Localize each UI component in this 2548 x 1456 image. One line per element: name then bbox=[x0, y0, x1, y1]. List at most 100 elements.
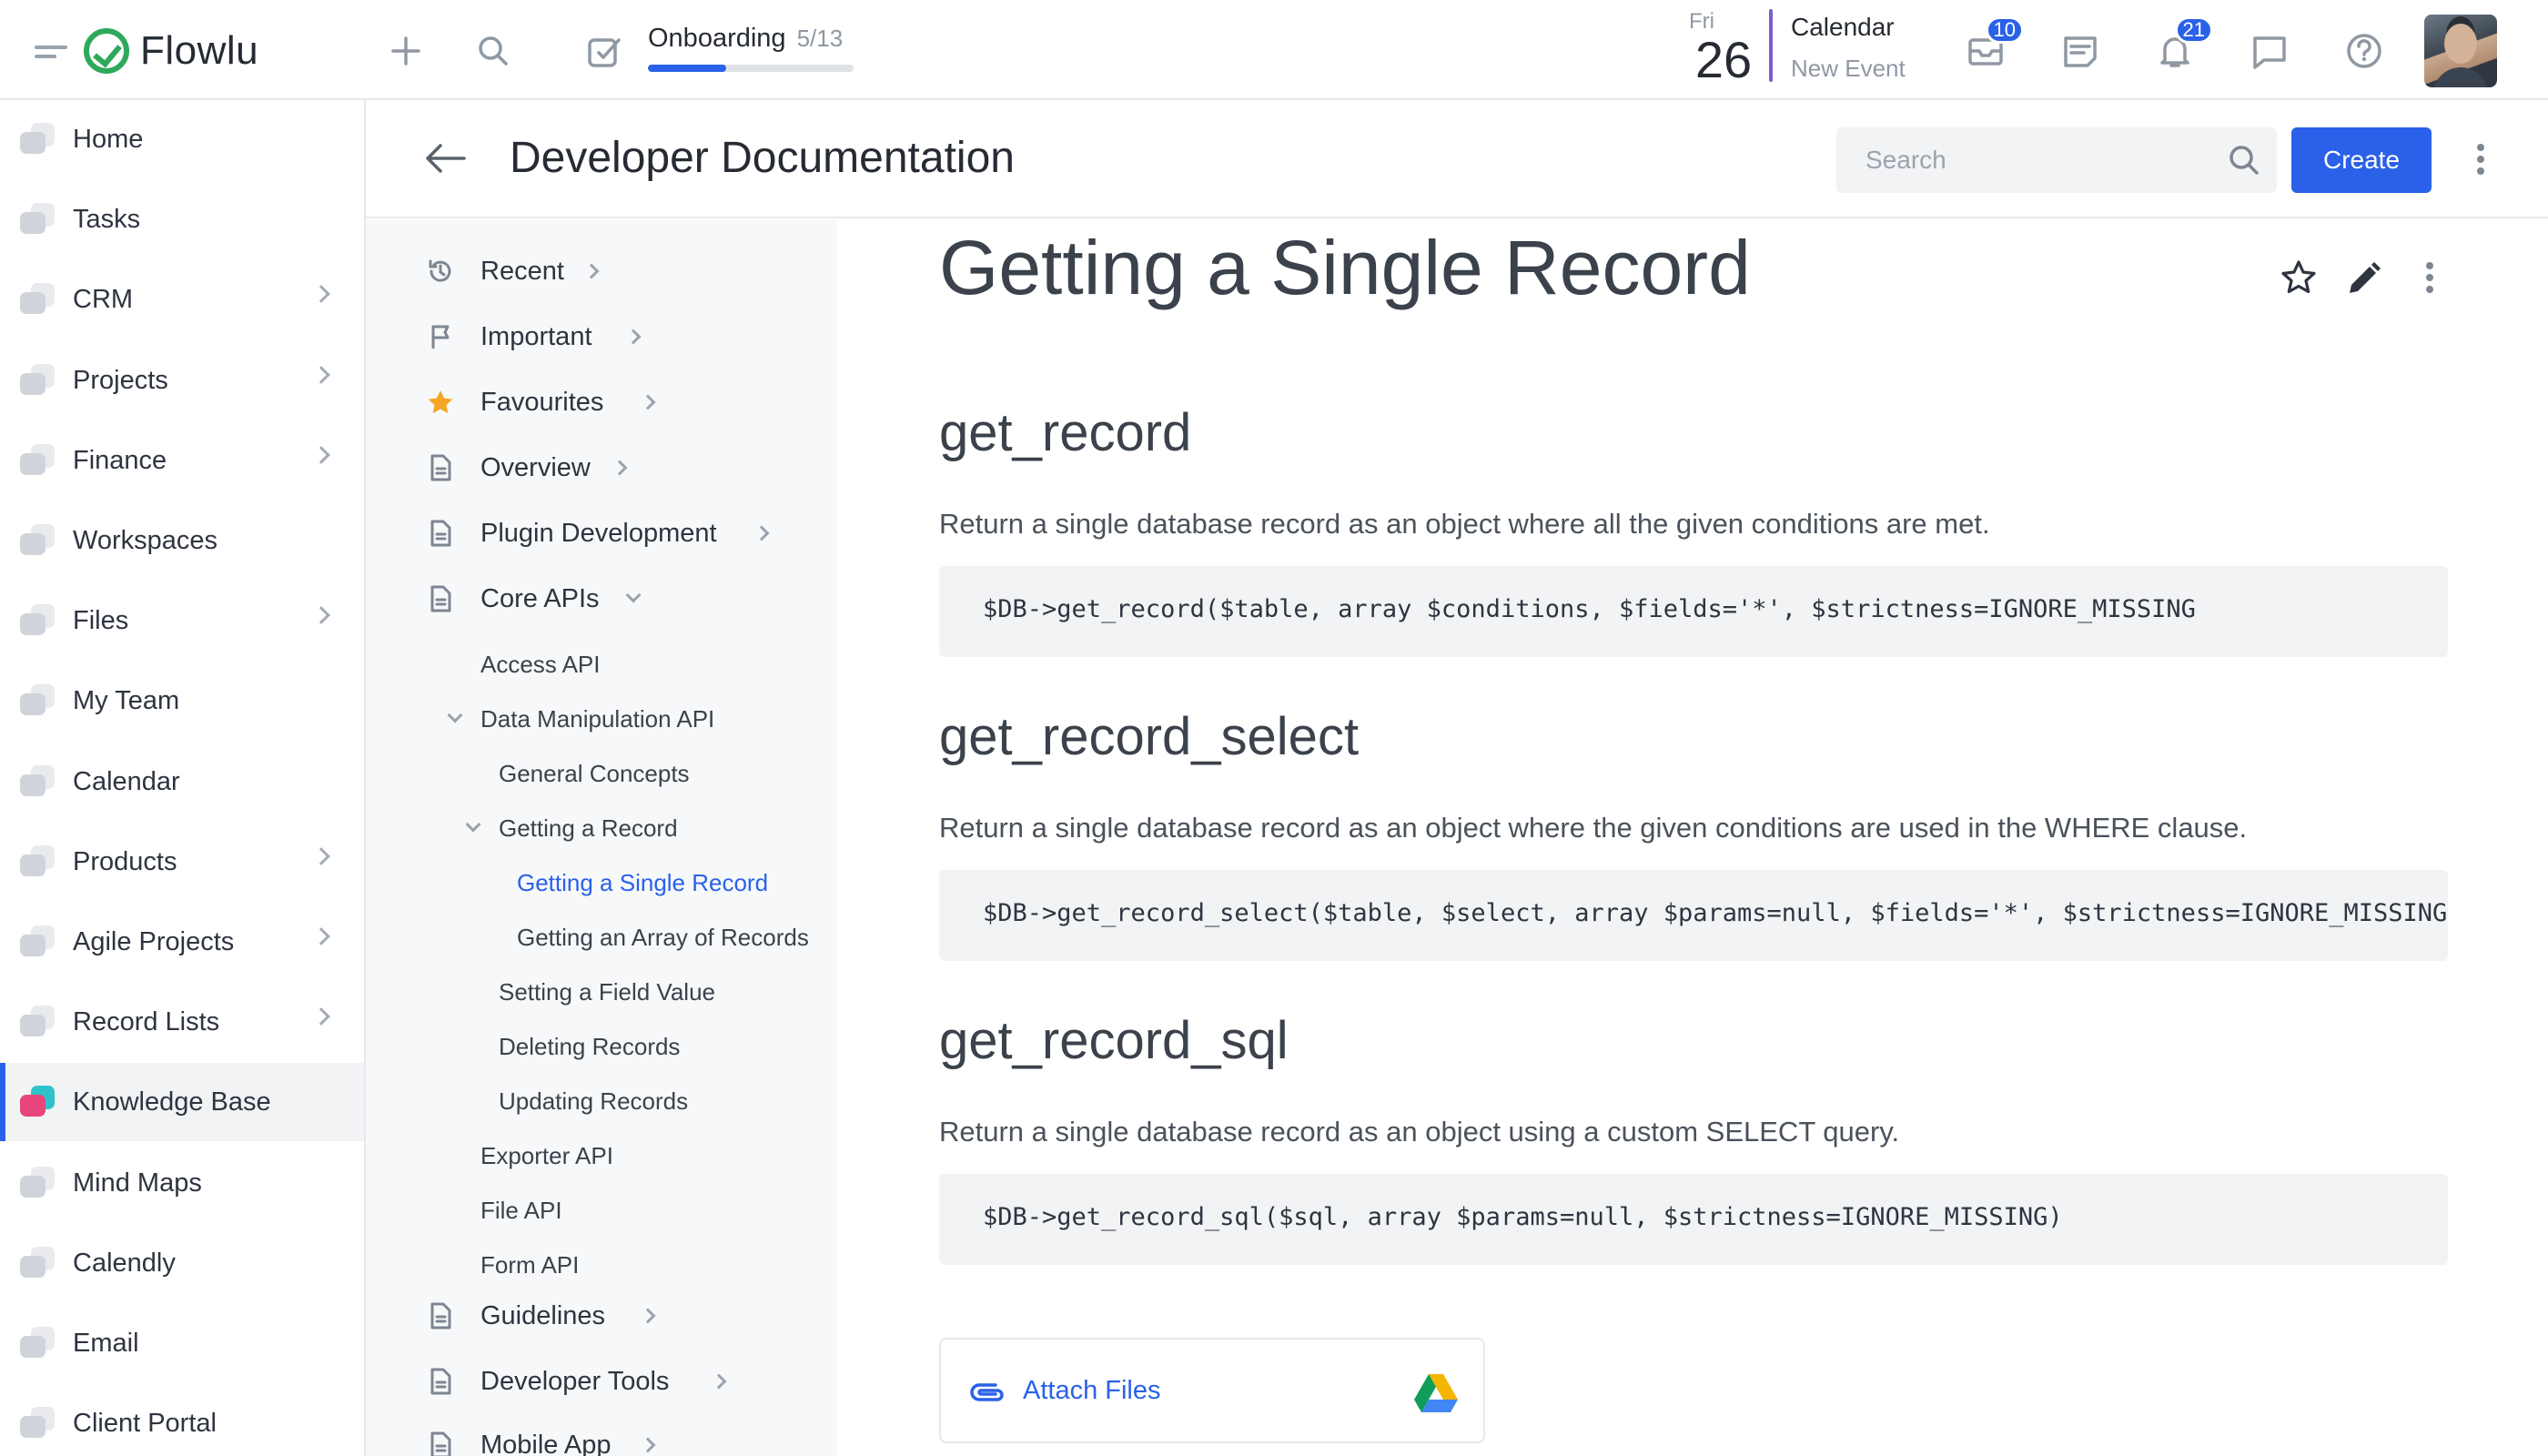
section-heading: get_record bbox=[939, 403, 1192, 462]
sidebar-item-files[interactable]: Files bbox=[0, 581, 364, 660]
tree-item[interactable]: Access API bbox=[366, 639, 837, 690]
tree-item[interactable]: Plugin Development bbox=[366, 508, 837, 559]
sidebar-item-calendar[interactable]: Calendar bbox=[0, 743, 364, 821]
sidebar-item-record-lists[interactable]: Record Lists bbox=[0, 983, 364, 1061]
plus-icon[interactable] bbox=[380, 25, 431, 76]
logo-check-icon bbox=[84, 28, 129, 74]
sidebar-item-label: Agile Projects bbox=[73, 926, 235, 956]
menu-icon[interactable] bbox=[35, 46, 67, 58]
tree-item-label: File API bbox=[480, 1196, 562, 1224]
code-text: $DB->get_record_sql($sql, array $params=… bbox=[983, 1203, 2063, 1231]
more-options-icon[interactable] bbox=[2477, 144, 2486, 180]
chevron-right-icon[interactable] bbox=[640, 1437, 656, 1453]
tree-item[interactable]: Developer Tools bbox=[366, 1356, 837, 1407]
tree-item[interactable]: Deleting Records bbox=[366, 1021, 837, 1072]
chevron-right-icon[interactable] bbox=[625, 329, 642, 345]
help-icon[interactable] bbox=[2339, 25, 2390, 76]
attach-files-button[interactable]: Attach Files bbox=[939, 1338, 1485, 1443]
back-arrow-icon[interactable] bbox=[424, 140, 468, 177]
chevron-down-icon[interactable] bbox=[465, 816, 481, 833]
chevron-right-icon[interactable] bbox=[612, 460, 628, 476]
google-drive-icon[interactable] bbox=[1414, 1372, 1458, 1412]
paperclip-icon bbox=[970, 1383, 1004, 1401]
tree-item[interactable]: Overview bbox=[366, 442, 837, 493]
tree-item[interactable]: Recent bbox=[366, 246, 837, 297]
bell-icon[interactable]: 21 bbox=[2149, 16, 2213, 76]
sidebar-item-client-portal[interactable]: Client Portal bbox=[0, 1384, 364, 1456]
sidebar-item-calendly[interactable]: Calendly bbox=[0, 1224, 364, 1302]
logo[interactable]: Flowlu bbox=[84, 25, 258, 76]
date-display[interactable]: Fri 26 bbox=[1689, 9, 1758, 86]
tree-item[interactable]: Important bbox=[366, 311, 837, 362]
tree-item[interactable]: Data Manipulation API bbox=[366, 693, 837, 744]
tree-item-label: Core APIs bbox=[480, 583, 600, 613]
documentation-tree: Recent Important Favourites Overview Plugin … bbox=[366, 220, 837, 1456]
section-description: Return a single database record as an ob… bbox=[939, 1116, 1900, 1148]
tree-item[interactable]: Form API bbox=[366, 1239, 837, 1290]
module-icon bbox=[20, 602, 60, 639]
tree-item[interactable]: Setting a Field Value bbox=[366, 966, 837, 1017]
onboarding-count: 5/13 bbox=[796, 25, 844, 52]
sidebar-item-workspaces[interactable]: Workspaces bbox=[0, 501, 364, 580]
chevron-right-icon bbox=[312, 366, 330, 384]
star-icon[interactable] bbox=[2279, 257, 2319, 300]
sidebar-item-agile-projects[interactable]: Agile Projects bbox=[0, 903, 364, 981]
sidebar-item-label: My Team bbox=[73, 685, 180, 715]
chevron-right-icon[interactable] bbox=[711, 1373, 727, 1390]
mail-icon[interactable]: 10 bbox=[1960, 16, 2024, 76]
sidebar-item-my-team[interactable]: My Team bbox=[0, 662, 364, 740]
onboarding-icon[interactable] bbox=[579, 25, 630, 76]
tree-item[interactable]: Getting a Single Record bbox=[366, 857, 837, 908]
sidebar-item-label: Files bbox=[73, 605, 129, 635]
avatar[interactable] bbox=[2424, 15, 2497, 87]
tree-item[interactable]: Core APIs bbox=[366, 573, 837, 624]
chevron-down-icon[interactable] bbox=[447, 707, 463, 723]
onboarding-progress[interactable]: Onboarding 5/13 bbox=[648, 24, 854, 72]
section-heading: get_record_select bbox=[939, 707, 1360, 766]
tree-item-label: Getting a Single Record bbox=[517, 868, 769, 896]
logo-text: Flowlu bbox=[140, 28, 259, 73]
chevron-down-icon[interactable] bbox=[625, 587, 642, 603]
chevron-right-icon[interactable] bbox=[640, 394, 656, 410]
tree-item[interactable]: Mobile App bbox=[366, 1420, 837, 1456]
calendar-widget[interactable]: Calendar New Event bbox=[1791, 13, 1906, 83]
sidebar-item-finance[interactable]: Finance bbox=[0, 421, 364, 500]
sidebar-item-products[interactable]: Products bbox=[0, 823, 364, 901]
calendar-divider bbox=[1769, 9, 1773, 82]
new-event-link[interactable]: New Event bbox=[1791, 55, 1906, 83]
sidebar-item-home[interactable]: Home bbox=[0, 100, 364, 178]
chevron-right-icon[interactable] bbox=[753, 525, 770, 541]
module-icon bbox=[20, 1245, 60, 1281]
page-header: Developer Documentation Create bbox=[366, 100, 2548, 218]
sidebar-item-mind-maps[interactable]: Mind Maps bbox=[0, 1144, 364, 1222]
sidebar-item-tasks[interactable]: Tasks bbox=[0, 180, 364, 258]
create-button[interactable]: Create bbox=[2291, 127, 2432, 193]
tree-item-label: Setting a Field Value bbox=[499, 977, 715, 1006]
sidebar-item-crm[interactable]: CRM bbox=[0, 260, 364, 339]
sidebar-item-projects[interactable]: Projects bbox=[0, 341, 364, 420]
search-box[interactable] bbox=[1836, 127, 2277, 193]
notes-icon[interactable] bbox=[2055, 25, 2106, 76]
tree-item[interactable]: Exporter API bbox=[366, 1130, 837, 1181]
tree-item[interactable]: Updating Records bbox=[366, 1076, 837, 1127]
tree-item[interactable]: Guidelines bbox=[366, 1290, 837, 1341]
tree-item[interactable]: Getting a Record bbox=[366, 803, 837, 854]
sidebar-item-knowledge-base[interactable]: Knowledge Base bbox=[0, 1063, 364, 1141]
tree-item[interactable]: Favourites bbox=[366, 377, 837, 428]
notifications-badge: 21 bbox=[2174, 16, 2213, 44]
search-icon[interactable] bbox=[468, 25, 519, 76]
tree-item[interactable]: Getting an Array of Records bbox=[366, 912, 837, 963]
article-more-icon[interactable] bbox=[2426, 262, 2435, 298]
edit-icon[interactable] bbox=[2342, 257, 2382, 300]
search-icon[interactable] bbox=[2226, 142, 2262, 178]
chevron-right-icon[interactable] bbox=[583, 263, 600, 279]
search-input[interactable] bbox=[1836, 127, 2219, 193]
tree-item-label: Data Manipulation API bbox=[480, 704, 715, 733]
chat-icon[interactable] bbox=[2244, 25, 2295, 76]
module-icon bbox=[20, 1405, 60, 1441]
code-block: $DB->get_record($table, array $condition… bbox=[939, 566, 2448, 657]
tree-item[interactable]: General Concepts bbox=[366, 748, 837, 799]
chevron-right-icon[interactable] bbox=[640, 1308, 656, 1324]
tree-item[interactable]: File API bbox=[366, 1185, 837, 1236]
sidebar-item-email[interactable]: Email bbox=[0, 1304, 364, 1382]
